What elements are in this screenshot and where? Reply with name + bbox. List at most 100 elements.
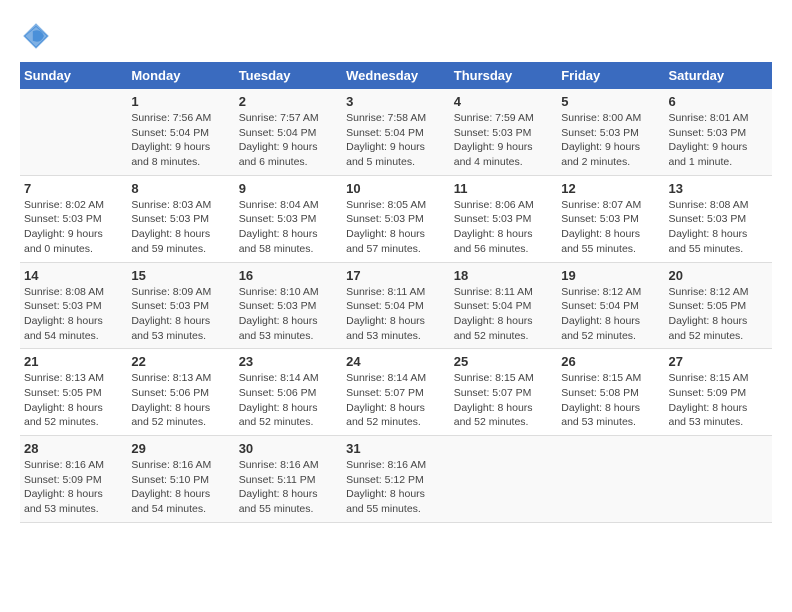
day-info: Sunrise: 8:13 AMSunset: 5:06 PMDaylight:… [131, 371, 230, 430]
day-number: 10 [346, 181, 446, 196]
calendar-cell [450, 436, 557, 523]
day-number: 3 [346, 94, 446, 109]
day-number: 16 [239, 268, 338, 283]
day-info: Sunrise: 8:04 AMSunset: 5:03 PMDaylight:… [239, 198, 338, 257]
day-number: 30 [239, 441, 338, 456]
day-number: 25 [454, 354, 553, 369]
day-number: 24 [346, 354, 446, 369]
day-number: 13 [669, 181, 769, 196]
calendar-cell: 15Sunrise: 8:09 AMSunset: 5:03 PMDayligh… [127, 262, 234, 349]
day-info: Sunrise: 8:03 AMSunset: 5:03 PMDaylight:… [131, 198, 230, 257]
calendar-cell [20, 89, 127, 175]
calendar-cell: 9 Sunrise: 8:04 AMSunset: 5:03 PMDaylight… [235, 175, 342, 262]
day-info: Sunrise: 8:16 AMSunset: 5:11 PMDaylight:… [239, 458, 338, 517]
day-number: 4 [454, 94, 553, 109]
calendar-cell: 25 Sunrise: 8:15 AMSunset: 5:07 PMDayligh… [450, 349, 557, 436]
calendar-cell: 10 Sunrise: 8:05 AMSunset: 5:03 PMDayligh… [342, 175, 450, 262]
calendar-cell: 18 Sunrise: 8:11 AMSunset: 5:04 PMDayligh… [450, 262, 557, 349]
day-number: 18 [454, 268, 553, 283]
week-row-3: 14 Sunrise: 8:08 AMSunset: 5:03 PMDayligh… [20, 262, 772, 349]
calendar-cell: 23 Sunrise: 8:14 AMSunset: 5:06 PMDayligh… [235, 349, 342, 436]
calendar-cell: 24 Sunrise: 8:14 AMSunset: 5:07 PMDayligh… [342, 349, 450, 436]
calendar-cell [557, 436, 664, 523]
calendar-cell: 28 Sunrise: 8:16 AMSunset: 5:09 PMDayligh… [20, 436, 127, 523]
calendar-cell: 4 Sunrise: 7:59 AMSunset: 5:03 PMDaylight… [450, 89, 557, 175]
day-info: Sunrise: 7:58 AMSunset: 5:04 PMDaylight:… [346, 111, 446, 170]
day-info: Sunrise: 8:07 AMSunset: 5:03 PMDaylight:… [561, 198, 660, 257]
header-day-friday: Friday [557, 62, 664, 89]
day-number: 28 [24, 441, 123, 456]
calendar-cell: 22 Sunrise: 8:13 AMSunset: 5:06 PMDayligh… [127, 349, 234, 436]
day-info: Sunrise: 8:14 AMSunset: 5:06 PMDaylight:… [239, 371, 338, 430]
header-day-wednesday: Wednesday [342, 62, 450, 89]
calendar-cell [665, 436, 773, 523]
day-number: 11 [454, 181, 553, 196]
day-info: Sunrise: 8:12 AMSunset: 5:05 PMDaylight:… [669, 285, 769, 344]
week-row-4: 21 Sunrise: 8:13 AMSunset: 5:05 PMDayligh… [20, 349, 772, 436]
day-info: Sunrise: 8:15 AMSunset: 5:07 PMDaylight:… [454, 371, 553, 430]
day-info: Sunrise: 8:06 AMSunset: 5:03 PMDaylight:… [454, 198, 553, 257]
day-number: 22 [131, 354, 230, 369]
calendar-cell: 21 Sunrise: 8:13 AMSunset: 5:05 PMDayligh… [20, 349, 127, 436]
day-info: Sunrise: 8:13 AMSunset: 5:05 PMDaylight:… [24, 371, 123, 430]
day-number: 5 [561, 94, 660, 109]
day-number: 6 [669, 94, 769, 109]
day-info: Sunrise: 8:11 AMSunset: 5:04 PMDaylight:… [454, 285, 553, 344]
calendar-cell: 3 Sunrise: 7:58 AMSunset: 5:04 PMDaylight… [342, 89, 450, 175]
week-row-5: 28 Sunrise: 8:16 AMSunset: 5:09 PMDayligh… [20, 436, 772, 523]
header-row: SundayMondayTuesdayWednesdayThursdayFrid… [20, 62, 772, 89]
calendar-cell: 2 Sunrise: 7:57 AMSunset: 5:04 PMDaylight… [235, 89, 342, 175]
calendar-cell: 26Sunrise: 8:15 AMSunset: 5:08 PMDayligh… [557, 349, 664, 436]
day-number: 2 [239, 94, 338, 109]
logo-icon [20, 20, 52, 52]
week-row-2: 7 Sunrise: 8:02 AMSunset: 5:03 PMDaylight… [20, 175, 772, 262]
day-number: 26 [561, 354, 660, 369]
calendar-cell: 30 Sunrise: 8:16 AMSunset: 5:11 PMDayligh… [235, 436, 342, 523]
day-number: 1 [131, 94, 230, 109]
day-info: Sunrise: 8:01 AMSunset: 5:03 PMDaylight:… [669, 111, 769, 170]
day-info: Sunrise: 8:16 AMSunset: 5:09 PMDaylight:… [24, 458, 123, 517]
day-info: Sunrise: 7:57 AMSunset: 5:04 PMDaylight:… [239, 111, 338, 170]
day-number: 19 [561, 268, 660, 283]
day-info: Sunrise: 7:56 AMSunset: 5:04 PMDaylight:… [131, 111, 230, 170]
calendar-cell: 8 Sunrise: 8:03 AMSunset: 5:03 PMDaylight… [127, 175, 234, 262]
calendar-cell: 31Sunrise: 8:16 AMSunset: 5:12 PMDayligh… [342, 436, 450, 523]
calendar-cell: 27Sunrise: 8:15 AMSunset: 5:09 PMDayligh… [665, 349, 773, 436]
day-info: Sunrise: 8:10 AMSunset: 5:03 PMDaylight:… [239, 285, 338, 344]
calendar-table: SundayMondayTuesdayWednesdayThursdayFrid… [20, 62, 772, 523]
day-number: 21 [24, 354, 123, 369]
calendar-cell: 5 Sunrise: 8:00 AMSunset: 5:03 PMDaylight… [557, 89, 664, 175]
calendar-cell: 14 Sunrise: 8:08 AMSunset: 5:03 PMDayligh… [20, 262, 127, 349]
day-info: Sunrise: 8:08 AMSunset: 5:03 PMDaylight:… [669, 198, 769, 257]
calendar-cell: 16 Sunrise: 8:10 AMSunset: 5:03 PMDayligh… [235, 262, 342, 349]
header-day-thursday: Thursday [450, 62, 557, 89]
day-info: Sunrise: 8:00 AMSunset: 5:03 PMDaylight:… [561, 111, 660, 170]
day-number: 27 [669, 354, 769, 369]
day-info: Sunrise: 7:59 AMSunset: 5:03 PMDaylight:… [454, 111, 553, 170]
day-number: 29 [131, 441, 230, 456]
page-header [20, 20, 772, 52]
day-info: Sunrise: 8:12 AMSunset: 5:04 PMDaylight:… [561, 285, 660, 344]
day-info: Sunrise: 8:14 AMSunset: 5:07 PMDaylight:… [346, 371, 446, 430]
calendar-cell: 17Sunrise: 8:11 AMSunset: 5:04 PMDayligh… [342, 262, 450, 349]
day-number: 14 [24, 268, 123, 283]
day-number: 7 [24, 181, 123, 196]
day-info: Sunrise: 8:05 AMSunset: 5:03 PMDaylight:… [346, 198, 446, 257]
day-number: 9 [239, 181, 338, 196]
day-info: Sunrise: 8:02 AMSunset: 5:03 PMDaylight:… [24, 198, 123, 257]
calendar-cell: 12Sunrise: 8:07 AMSunset: 5:03 PMDayligh… [557, 175, 664, 262]
header-day-monday: Monday [127, 62, 234, 89]
day-number: 20 [669, 268, 769, 283]
header-day-tuesday: Tuesday [235, 62, 342, 89]
day-number: 23 [239, 354, 338, 369]
calendar-cell: 20 Sunrise: 8:12 AMSunset: 5:05 PMDayligh… [665, 262, 773, 349]
day-number: 17 [346, 268, 446, 283]
day-info: Sunrise: 8:08 AMSunset: 5:03 PMDaylight:… [24, 285, 123, 344]
week-row-1: 1 Sunrise: 7:56 AMSunset: 5:04 PMDaylight… [20, 89, 772, 175]
logo [20, 20, 56, 52]
header-day-sunday: Sunday [20, 62, 127, 89]
day-number: 8 [131, 181, 230, 196]
calendar-cell: 19 Sunrise: 8:12 AMSunset: 5:04 PMDayligh… [557, 262, 664, 349]
header-day-saturday: Saturday [665, 62, 773, 89]
day-number: 15 [131, 268, 230, 283]
